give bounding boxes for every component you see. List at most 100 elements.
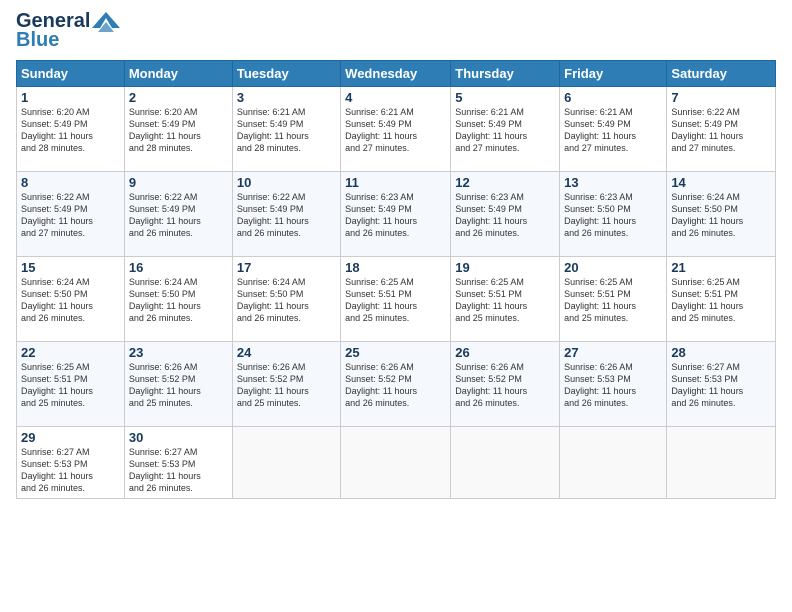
day-number: 24	[237, 345, 336, 360]
logo-blue: Blue	[16, 29, 59, 52]
week-row-1: 1Sunrise: 6:20 AMSunset: 5:49 PMDaylight…	[17, 87, 776, 172]
calendar-cell: 11Sunrise: 6:23 AMSunset: 5:49 PMDayligh…	[341, 172, 451, 257]
day-number: 22	[21, 345, 120, 360]
calendar-cell	[341, 427, 451, 499]
calendar-cell	[232, 427, 340, 499]
calendar-table: SundayMondayTuesdayWednesdayThursdayFrid…	[16, 60, 776, 499]
calendar-cell: 20Sunrise: 6:25 AMSunset: 5:51 PMDayligh…	[560, 257, 667, 342]
cell-info: Sunrise: 6:21 AMSunset: 5:49 PMDaylight:…	[345, 106, 446, 155]
calendar-cell: 29Sunrise: 6:27 AMSunset: 5:53 PMDayligh…	[17, 427, 125, 499]
day-number: 20	[564, 260, 662, 275]
calendar-body: 1Sunrise: 6:20 AMSunset: 5:49 PMDaylight…	[17, 87, 776, 499]
cell-info: Sunrise: 6:26 AMSunset: 5:52 PMDaylight:…	[455, 361, 555, 410]
day-number: 3	[237, 90, 336, 105]
col-header-thursday: Thursday	[451, 61, 560, 87]
cell-info: Sunrise: 6:20 AMSunset: 5:49 PMDaylight:…	[129, 106, 228, 155]
day-number: 1	[21, 90, 120, 105]
day-number: 23	[129, 345, 228, 360]
cell-info: Sunrise: 6:21 AMSunset: 5:49 PMDaylight:…	[564, 106, 662, 155]
calendar-cell: 21Sunrise: 6:25 AMSunset: 5:51 PMDayligh…	[667, 257, 776, 342]
logo: General Blue	[16, 10, 120, 52]
cell-info: Sunrise: 6:24 AMSunset: 5:50 PMDaylight:…	[129, 276, 228, 325]
col-header-tuesday: Tuesday	[232, 61, 340, 87]
calendar-cell: 17Sunrise: 6:24 AMSunset: 5:50 PMDayligh…	[232, 257, 340, 342]
col-header-monday: Monday	[124, 61, 232, 87]
day-number: 19	[455, 260, 555, 275]
page: General Blue SundayMondayTuesdayWednesda…	[0, 0, 792, 509]
day-number: 10	[237, 175, 336, 190]
cell-info: Sunrise: 6:20 AMSunset: 5:49 PMDaylight:…	[21, 106, 120, 155]
calendar-cell: 15Sunrise: 6:24 AMSunset: 5:50 PMDayligh…	[17, 257, 125, 342]
cell-info: Sunrise: 6:26 AMSunset: 5:52 PMDaylight:…	[129, 361, 228, 410]
calendar-cell: 4Sunrise: 6:21 AMSunset: 5:49 PMDaylight…	[341, 87, 451, 172]
day-number: 5	[455, 90, 555, 105]
cell-info: Sunrise: 6:24 AMSunset: 5:50 PMDaylight:…	[21, 276, 120, 325]
day-number: 6	[564, 90, 662, 105]
calendar-cell: 23Sunrise: 6:26 AMSunset: 5:52 PMDayligh…	[124, 342, 232, 427]
day-number: 4	[345, 90, 446, 105]
cell-info: Sunrise: 6:26 AMSunset: 5:53 PMDaylight:…	[564, 361, 662, 410]
col-header-sunday: Sunday	[17, 61, 125, 87]
cell-info: Sunrise: 6:26 AMSunset: 5:52 PMDaylight:…	[345, 361, 446, 410]
day-number: 13	[564, 175, 662, 190]
header: General Blue	[16, 10, 776, 52]
day-number: 9	[129, 175, 228, 190]
calendar-cell: 13Sunrise: 6:23 AMSunset: 5:50 PMDayligh…	[560, 172, 667, 257]
day-number: 29	[21, 430, 120, 445]
day-number: 7	[671, 90, 771, 105]
cell-info: Sunrise: 6:22 AMSunset: 5:49 PMDaylight:…	[237, 191, 336, 240]
cell-info: Sunrise: 6:23 AMSunset: 5:50 PMDaylight:…	[564, 191, 662, 240]
col-header-saturday: Saturday	[667, 61, 776, 87]
day-number: 17	[237, 260, 336, 275]
day-number: 2	[129, 90, 228, 105]
week-row-2: 8Sunrise: 6:22 AMSunset: 5:49 PMDaylight…	[17, 172, 776, 257]
cell-info: Sunrise: 6:25 AMSunset: 5:51 PMDaylight:…	[455, 276, 555, 325]
cell-info: Sunrise: 6:23 AMSunset: 5:49 PMDaylight:…	[345, 191, 446, 240]
cell-info: Sunrise: 6:22 AMSunset: 5:49 PMDaylight:…	[21, 191, 120, 240]
calendar-cell: 7Sunrise: 6:22 AMSunset: 5:49 PMDaylight…	[667, 87, 776, 172]
day-number: 25	[345, 345, 446, 360]
day-number: 11	[345, 175, 446, 190]
col-header-friday: Friday	[560, 61, 667, 87]
cell-info: Sunrise: 6:24 AMSunset: 5:50 PMDaylight:…	[237, 276, 336, 325]
calendar-cell: 25Sunrise: 6:26 AMSunset: 5:52 PMDayligh…	[341, 342, 451, 427]
day-number: 16	[129, 260, 228, 275]
calendar-cell: 22Sunrise: 6:25 AMSunset: 5:51 PMDayligh…	[17, 342, 125, 427]
day-number: 26	[455, 345, 555, 360]
calendar-cell	[451, 427, 560, 499]
cell-info: Sunrise: 6:27 AMSunset: 5:53 PMDaylight:…	[671, 361, 771, 410]
day-number: 14	[671, 175, 771, 190]
calendar-cell: 1Sunrise: 6:20 AMSunset: 5:49 PMDaylight…	[17, 87, 125, 172]
day-number: 8	[21, 175, 120, 190]
calendar-cell: 3Sunrise: 6:21 AMSunset: 5:49 PMDaylight…	[232, 87, 340, 172]
week-row-4: 22Sunrise: 6:25 AMSunset: 5:51 PMDayligh…	[17, 342, 776, 427]
header-row: SundayMondayTuesdayWednesdayThursdayFrid…	[17, 61, 776, 87]
week-row-5: 29 Sunrise: 6:27 AMSunset: 5:53 PMDayligh…	[17, 427, 776, 499]
cell-info: Sunrise: 6:22 AMSunset: 5:49 PMDaylight:…	[129, 191, 228, 240]
day-number: 21	[671, 260, 771, 275]
calendar-cell: 10Sunrise: 6:22 AMSunset: 5:49 PMDayligh…	[232, 172, 340, 257]
week-row-3: 15Sunrise: 6:24 AMSunset: 5:50 PMDayligh…	[17, 257, 776, 342]
cell-info: Sunrise: 6:21 AMSunset: 5:49 PMDaylight:…	[237, 106, 336, 155]
day-number: 30	[129, 430, 228, 445]
day-number: 12	[455, 175, 555, 190]
calendar-cell: 24Sunrise: 6:26 AMSunset: 5:52 PMDayligh…	[232, 342, 340, 427]
calendar-cell: 18Sunrise: 6:25 AMSunset: 5:51 PMDayligh…	[341, 257, 451, 342]
col-header-wednesday: Wednesday	[341, 61, 451, 87]
day-number: 27	[564, 345, 662, 360]
cell-info: Sunrise: 6:24 AMSunset: 5:50 PMDaylight:…	[671, 191, 771, 240]
cell-info: Sunrise: 6:25 AMSunset: 5:51 PMDaylight:…	[564, 276, 662, 325]
day-number: 18	[345, 260, 446, 275]
calendar-cell: 16Sunrise: 6:24 AMSunset: 5:50 PMDayligh…	[124, 257, 232, 342]
logo-icon	[92, 10, 120, 32]
cell-info: Sunrise: 6:27 AMSunset: 5:53 PMDaylight:…	[129, 446, 228, 495]
calendar-cell: 8Sunrise: 6:22 AMSunset: 5:49 PMDaylight…	[17, 172, 125, 257]
cell-info: Sunrise: 6:25 AMSunset: 5:51 PMDaylight:…	[21, 361, 120, 410]
calendar-cell: 6Sunrise: 6:21 AMSunset: 5:49 PMDaylight…	[560, 87, 667, 172]
calendar-cell: 2Sunrise: 6:20 AMSunset: 5:49 PMDaylight…	[124, 87, 232, 172]
cell-info: Sunrise: 6:23 AMSunset: 5:49 PMDaylight:…	[455, 191, 555, 240]
calendar-cell: 27Sunrise: 6:26 AMSunset: 5:53 PMDayligh…	[560, 342, 667, 427]
cell-info: Sunrise: 6:21 AMSunset: 5:49 PMDaylight:…	[455, 106, 555, 155]
cell-info: Sunrise: 6:22 AMSunset: 5:49 PMDaylight:…	[671, 106, 771, 155]
calendar-cell: 28Sunrise: 6:27 AMSunset: 5:53 PMDayligh…	[667, 342, 776, 427]
